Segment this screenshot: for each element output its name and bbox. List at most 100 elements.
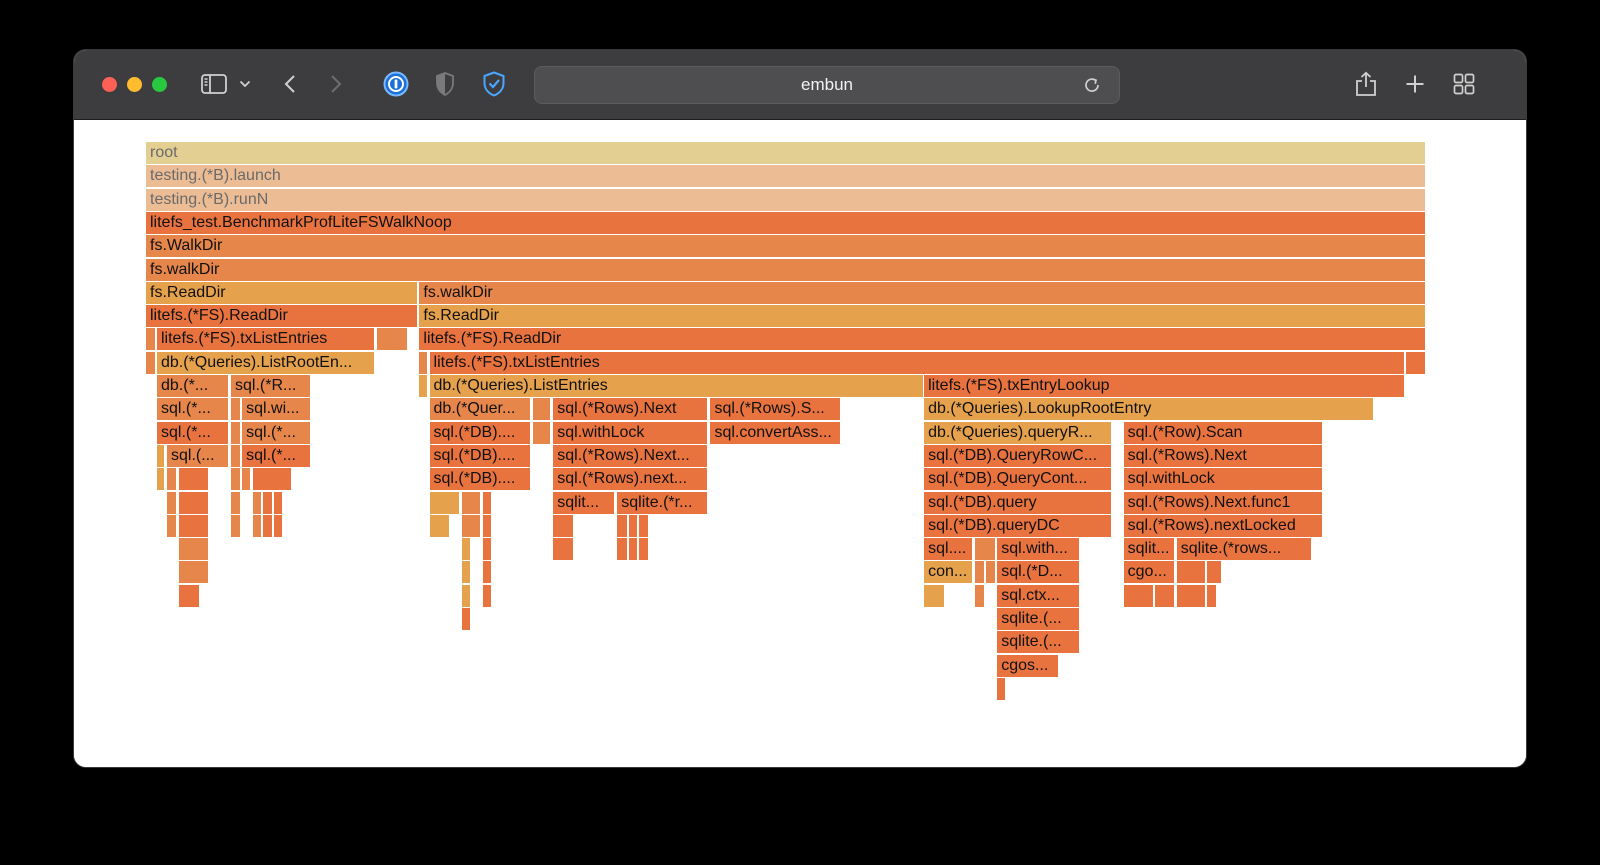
- flame-frame[interactable]: fs.ReadDir: [146, 281, 418, 304]
- flame-frame[interactable]: sql.(*...: [157, 398, 229, 421]
- flame-frame-unlabeled[interactable]: [533, 398, 551, 421]
- flame-frame[interactable]: sql.wi...: [242, 398, 311, 421]
- flame-frame-unlabeled[interactable]: [997, 677, 1006, 700]
- flame-frame-unlabeled[interactable]: [639, 538, 649, 561]
- flame-frame-unlabeled[interactable]: [146, 351, 155, 374]
- flame-frame[interactable]: sql.convertAss...: [710, 421, 841, 444]
- flame-frame-unlabeled[interactable]: [230, 468, 241, 491]
- flame-frame-unlabeled[interactable]: [553, 538, 574, 561]
- flame-frame-unlabeled[interactable]: [553, 514, 574, 537]
- flame-frame-unlabeled[interactable]: [461, 561, 470, 584]
- flame-frame-unlabeled[interactable]: [419, 375, 428, 397]
- shield-half-icon[interactable]: [432, 70, 458, 98]
- flame-frame[interactable]: sql.with...: [997, 538, 1079, 561]
- flame-frame-unlabeled[interactable]: [274, 514, 283, 537]
- flame-frame-unlabeled[interactable]: [1206, 561, 1221, 584]
- close-window-button[interactable]: [102, 77, 117, 92]
- flame-frame-unlabeled[interactable]: [482, 584, 491, 607]
- flame-frame[interactable]: db.(*Queries).ListEntries: [429, 375, 924, 397]
- flame-frame-unlabeled[interactable]: [253, 491, 262, 514]
- flame-frame[interactable]: fs.ReadDir: [419, 305, 1425, 328]
- chevron-down-icon[interactable]: [236, 70, 254, 98]
- flame-frame[interactable]: sql.(*DB).QueryCont...: [924, 468, 1111, 491]
- flame-frame-unlabeled[interactable]: [1176, 561, 1205, 584]
- flame-frame[interactable]: cgos...: [997, 654, 1058, 677]
- flame-frame-unlabeled[interactable]: [263, 491, 273, 514]
- flame-frame-unlabeled[interactable]: [179, 561, 209, 584]
- flame-frame[interactable]: litefs.(*FS).txListEntries: [429, 351, 1404, 374]
- shield-check-icon[interactable]: [480, 70, 508, 98]
- flame-frame-unlabeled[interactable]: [461, 584, 470, 607]
- flame-frame[interactable]: sqlite.(...: [997, 608, 1079, 630]
- flame-frame-unlabeled[interactable]: [482, 514, 491, 537]
- zoom-window-button[interactable]: [152, 77, 167, 92]
- 1password-icon[interactable]: [382, 70, 410, 98]
- flame-frame[interactable]: sql.(*Rows).next...: [553, 468, 708, 491]
- flame-frame-unlabeled[interactable]: [975, 584, 985, 607]
- plus-icon[interactable]: [1401, 70, 1429, 98]
- flame-frame-unlabeled[interactable]: [157, 444, 165, 467]
- flame-frame-unlabeled[interactable]: [1406, 351, 1425, 374]
- flame-frame[interactable]: sql.(*Rows).Next...: [553, 444, 708, 467]
- flame-frame[interactable]: sql.ctx...: [997, 584, 1079, 607]
- flame-frame-unlabeled[interactable]: [461, 538, 470, 561]
- chevron-right-icon[interactable]: [326, 70, 346, 98]
- flame-frame-unlabeled[interactable]: [146, 328, 155, 351]
- flame-frame[interactable]: sqlit...: [553, 491, 615, 514]
- flame-frame-unlabeled[interactable]: [986, 561, 996, 584]
- flame-frame[interactable]: fs.walkDir: [419, 281, 1425, 304]
- flame-frame-unlabeled[interactable]: [179, 514, 209, 537]
- flame-frame[interactable]: sqlite.(*r...: [617, 491, 708, 514]
- flame-frame[interactable]: con...: [924, 561, 973, 584]
- flame-frame-unlabeled[interactable]: [157, 468, 165, 491]
- flame-frame-unlabeled[interactable]: [975, 538, 996, 561]
- flame-frame-unlabeled[interactable]: [1154, 584, 1174, 607]
- flame-frame[interactable]: sql.(*D...: [997, 561, 1079, 584]
- flame-frame-unlabeled[interactable]: [639, 514, 649, 537]
- flame-frame-unlabeled[interactable]: [179, 584, 199, 607]
- flame-frame-unlabeled[interactable]: [230, 491, 241, 514]
- chevron-left-icon[interactable]: [280, 70, 300, 98]
- flame-frame[interactable]: sql.(*R...: [230, 375, 311, 397]
- flame-frame[interactable]: sql.(*DB).query: [924, 491, 1111, 514]
- flame-frame[interactable]: sqlite.(*rows...: [1176, 538, 1311, 561]
- flame-frame-unlabeled[interactable]: [179, 468, 209, 491]
- flame-frame[interactable]: sql.(*...: [242, 444, 311, 467]
- flame-frame-unlabeled[interactable]: [1123, 584, 1153, 607]
- flame-frame[interactable]: db.(*Quer...: [429, 398, 531, 421]
- flame-frame-unlabeled[interactable]: [166, 514, 177, 537]
- flame-frame[interactable]: sql.(*DB).queryDC: [924, 514, 1111, 537]
- flame-frame[interactable]: cgo...: [1123, 561, 1174, 584]
- flame-frame-unlabeled[interactable]: [230, 421, 241, 444]
- flame-frame-unlabeled[interactable]: [230, 514, 241, 537]
- flame-frame[interactable]: fs.walkDir: [146, 258, 1425, 281]
- flame-frame[interactable]: sqlite.(...: [997, 631, 1079, 654]
- flame-frame-unlabeled[interactable]: [429, 491, 459, 514]
- flame-frame[interactable]: litefs.(*FS).txEntryLookup: [924, 375, 1404, 397]
- flame-frame-unlabeled[interactable]: [166, 468, 177, 491]
- flame-frame-unlabeled[interactable]: [629, 514, 638, 537]
- flame-frame[interactable]: sql.(*DB)....: [429, 444, 531, 467]
- flame-frame[interactable]: sql.(*Rows).nextLocked: [1123, 514, 1322, 537]
- flame-frame-unlabeled[interactable]: [617, 514, 628, 537]
- flame-frame-unlabeled[interactable]: [975, 561, 985, 584]
- flame-frame-unlabeled[interactable]: [629, 538, 638, 561]
- flame-frame[interactable]: litefs.(*FS).txListEntries: [157, 328, 375, 351]
- url-text[interactable]: embun: [535, 67, 1119, 103]
- reload-icon[interactable]: [1079, 71, 1105, 99]
- flame-frame[interactable]: db.(*...: [157, 375, 229, 397]
- flame-frame[interactable]: sql....: [924, 538, 973, 561]
- flame-frame[interactable]: litefs_test.BenchmarkProfLiteFSWalkNoop: [146, 211, 1425, 234]
- flame-frame[interactable]: testing.(*B).launch: [146, 165, 1425, 188]
- flame-frame-unlabeled[interactable]: [263, 514, 273, 537]
- flame-frame[interactable]: sql.(*Rows).Next.func1: [1123, 491, 1322, 514]
- flame-frame-unlabeled[interactable]: [419, 351, 428, 374]
- flame-frame-unlabeled[interactable]: [253, 514, 262, 537]
- flame-frame-unlabeled[interactable]: [230, 444, 241, 467]
- flame-frame-unlabeled[interactable]: [253, 468, 292, 491]
- flame-frame[interactable]: litefs.(*FS).ReadDir: [146, 305, 418, 328]
- flame-frame-unlabeled[interactable]: [461, 608, 470, 630]
- flame-frame-unlabeled[interactable]: [377, 328, 408, 351]
- flame-frame[interactable]: sql.(*...: [242, 421, 311, 444]
- share-icon[interactable]: [1352, 70, 1380, 98]
